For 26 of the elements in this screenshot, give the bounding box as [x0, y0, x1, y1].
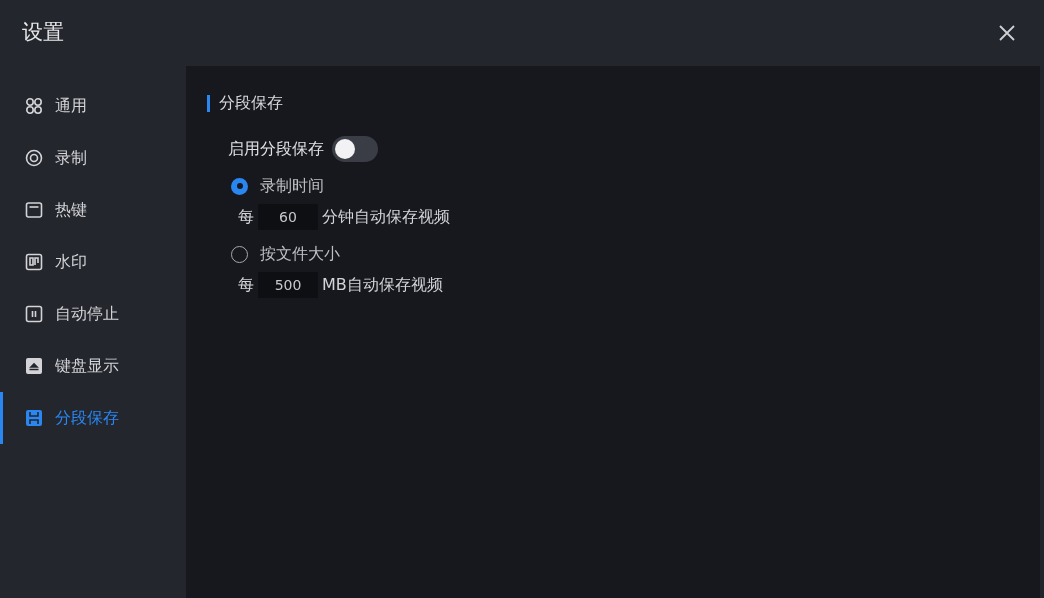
input-field[interactable]: 60: [258, 204, 318, 230]
target-icon: [25, 149, 43, 167]
toggle-switch[interactable]: [332, 136, 378, 162]
save-icon: [25, 409, 43, 427]
grid-icon: [25, 97, 43, 115]
sidebar-item[interactable]: 热键: [0, 184, 186, 236]
suffix-text: MB自动保存视频: [322, 274, 443, 296]
radio-label: 按文件大小: [260, 243, 340, 265]
suffix-text: 分钟自动保存视频: [322, 206, 450, 228]
close-icon[interactable]: [998, 24, 1016, 42]
window-title: 设置: [22, 19, 64, 47]
sidebar-item[interactable]: 通用: [0, 80, 186, 132]
sidebar-item[interactable]: 录制: [0, 132, 186, 184]
toggle-label: 启用分段保存: [228, 138, 324, 160]
radio-label: 录制时间: [260, 175, 324, 197]
sidebar-item[interactable]: 水印: [0, 236, 186, 288]
pause-icon: [25, 305, 43, 323]
window-icon: [25, 201, 43, 219]
sidebar-item[interactable]: 键盘显示: [0, 340, 186, 392]
prefix-text: 每: [238, 206, 254, 228]
input-field[interactable]: 500: [258, 272, 318, 298]
radio-button[interactable]: [231, 177, 248, 195]
prefix-text: 每: [238, 274, 254, 296]
sidebar-item[interactable]: 自动停止: [0, 288, 186, 340]
section-title: 分段保存: [219, 92, 283, 114]
stamp-icon: [25, 253, 43, 271]
